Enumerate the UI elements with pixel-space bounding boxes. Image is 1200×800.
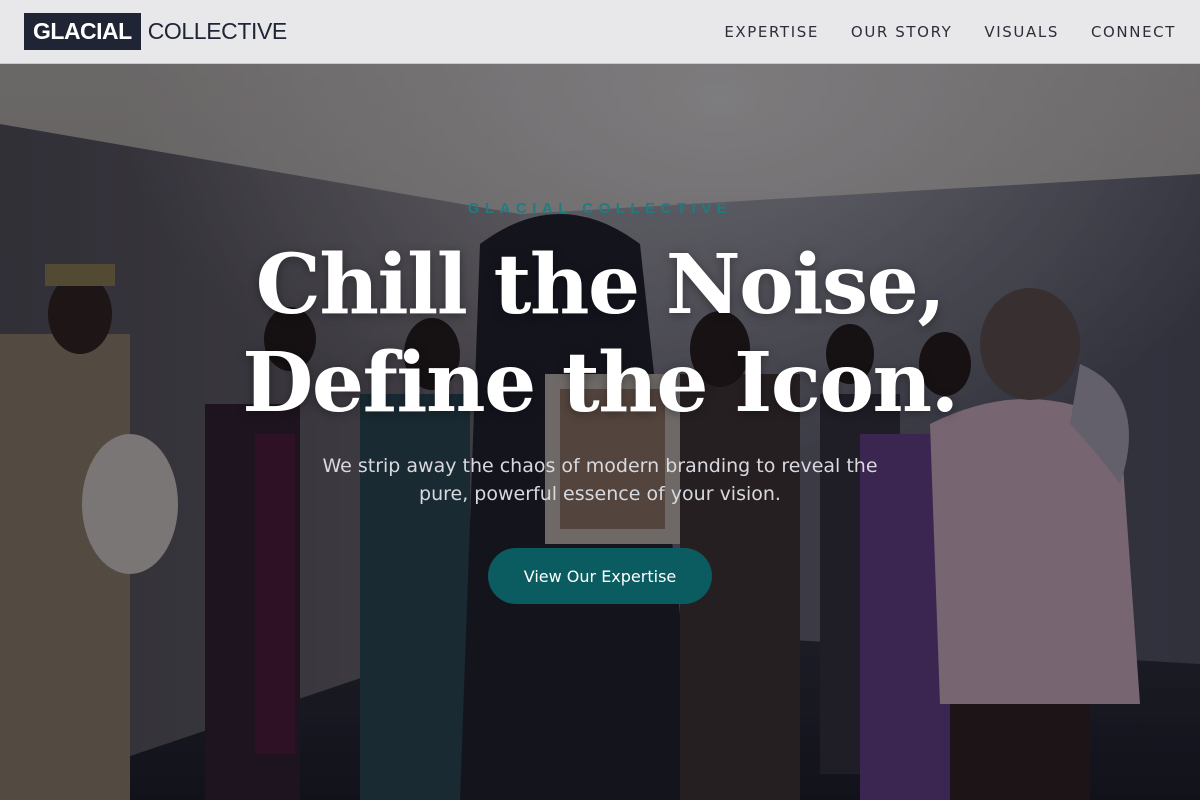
nav-link-expertise[interactable]: EXPERTISE bbox=[724, 23, 819, 41]
hero-headline: Chill the Noise, Define the Icon. bbox=[0, 236, 1200, 432]
headline-line-2: Define the Icon. bbox=[242, 335, 959, 431]
hero-content: GLACIAL COLLECTIVE Chill the Noise, Defi… bbox=[0, 64, 1200, 800]
main-nav: EXPERTISE OUR STORY VISUALS CONNECT bbox=[724, 23, 1176, 41]
view-expertise-button[interactable]: View Our Expertise bbox=[488, 548, 712, 604]
logo-box: GLACIAL bbox=[24, 13, 141, 50]
nav-link-connect[interactable]: CONNECT bbox=[1091, 23, 1176, 41]
site-header: GLACIAL COLLECTIVE EXPERTISE OUR STORY V… bbox=[0, 0, 1200, 64]
nav-link-visuals[interactable]: VISUALS bbox=[984, 23, 1059, 41]
logo[interactable]: GLACIAL COLLECTIVE bbox=[24, 13, 287, 50]
hero-subtext: We strip away the chaos of modern brandi… bbox=[322, 455, 878, 505]
logo-wordmark: COLLECTIVE bbox=[147, 18, 288, 44]
nav-link-our-story[interactable]: OUR STORY bbox=[851, 23, 953, 41]
hero-eyebrow: GLACIAL COLLECTIVE bbox=[467, 200, 733, 217]
headline-line-1: Chill the Noise, bbox=[255, 237, 946, 333]
hero-section: GLACIAL COLLECTIVE Chill the Noise, Defi… bbox=[0, 64, 1200, 800]
